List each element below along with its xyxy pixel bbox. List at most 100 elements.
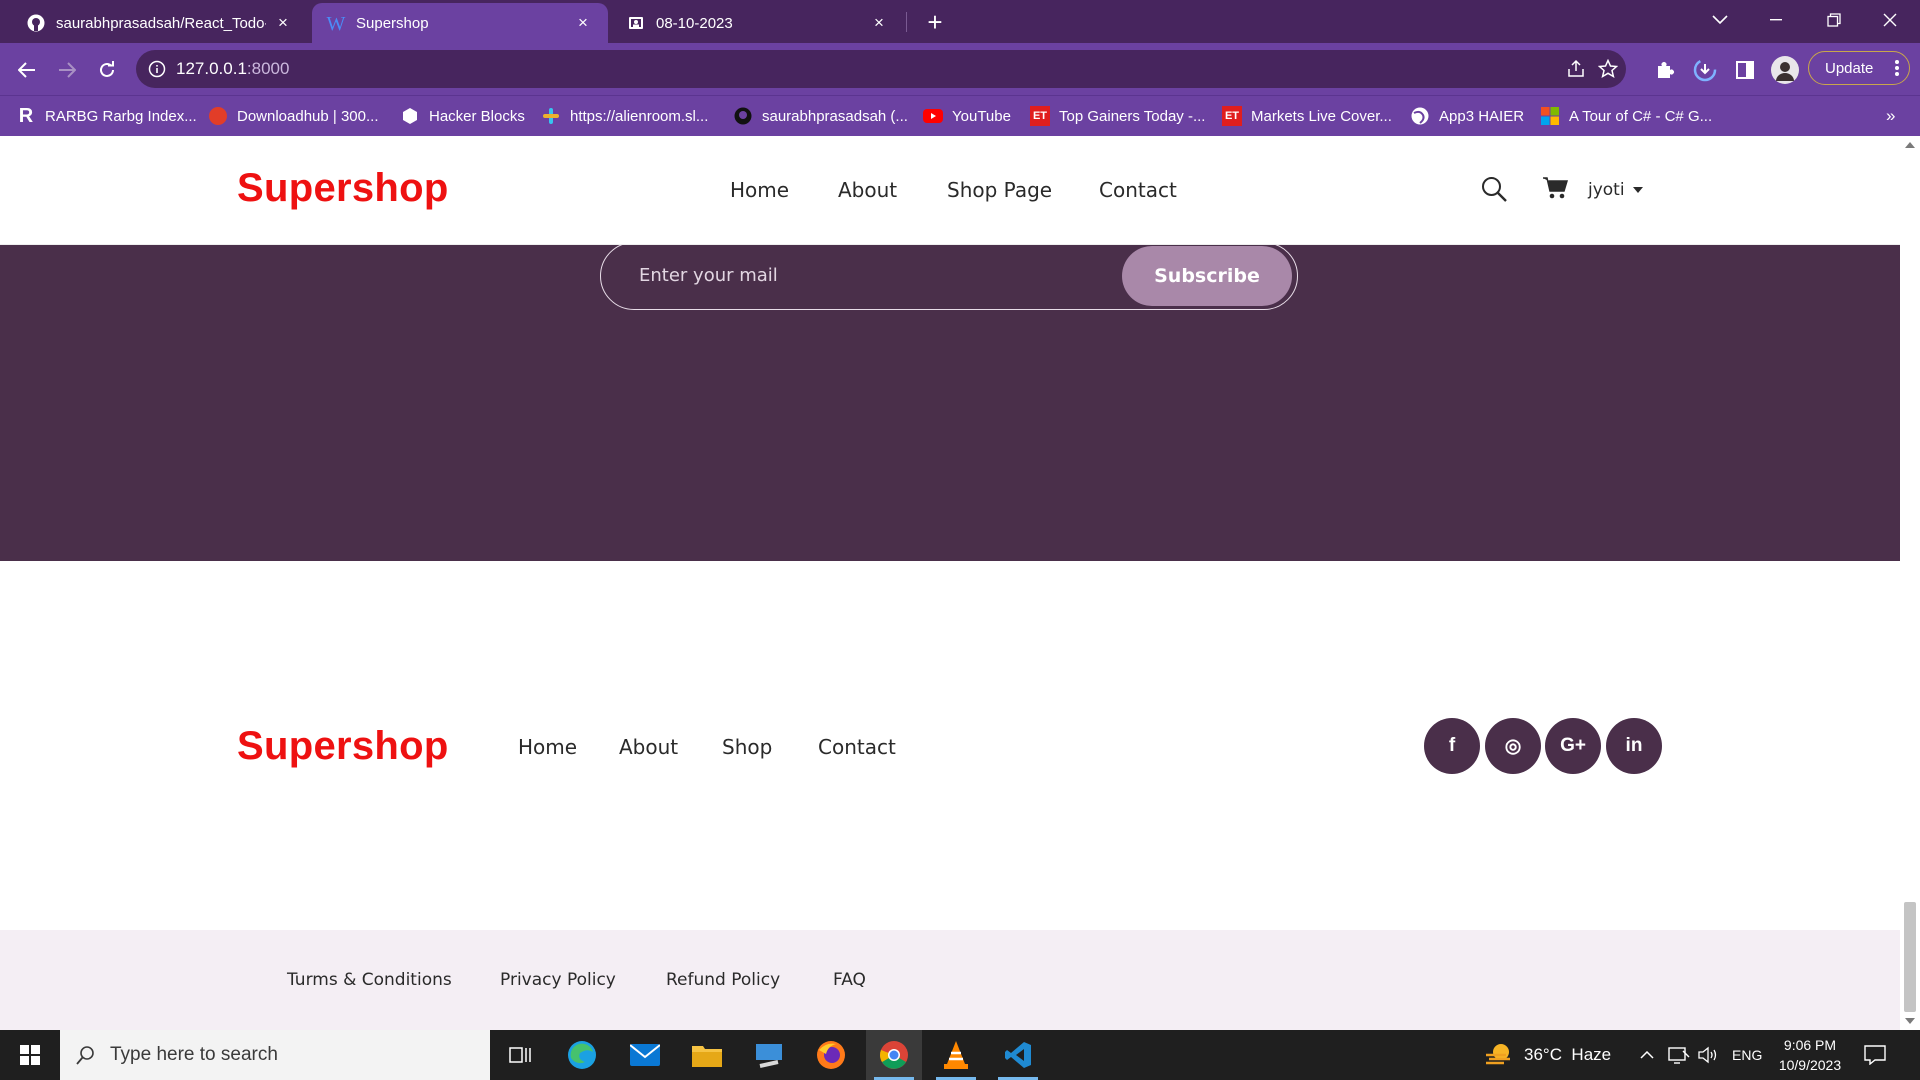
clock-time: 9:06 PM — [1783, 1037, 1837, 1053]
reload-icon — [100, 61, 114, 77]
user-dropdown[interactable]: jyoti — [1588, 180, 1643, 200]
site-info-icon[interactable] — [148, 60, 166, 78]
bookmark-github-profile[interactable]: saurabhprasadsah (... — [733, 96, 908, 136]
share-icon[interactable] — [1566, 59, 1586, 79]
link-privacy-policy[interactable]: Privacy Policy — [500, 970, 616, 990]
new-tab-button[interactable]: + — [920, 7, 950, 37]
extensions-button[interactable] — [1650, 55, 1680, 85]
tab-image-date[interactable]: 08-10-2023 × — [612, 3, 904, 43]
restore-button[interactable] — [1806, 0, 1862, 40]
scrollbar-thumb[interactable] — [1904, 902, 1916, 1012]
edge-icon[interactable] — [554, 1030, 610, 1080]
instagram-icon: ◎ — [1504, 735, 1522, 757]
arrow-left-icon — [18, 62, 35, 78]
footer-nav-about[interactable]: About — [619, 735, 678, 759]
update-button[interactable]: Update — [1808, 51, 1910, 85]
mail-icon[interactable] — [617, 1030, 673, 1080]
subscribe-button[interactable]: Subscribe — [1122, 246, 1292, 306]
bookmark-downloadhub[interactable]: Downloadhub | 300... — [208, 96, 379, 136]
forward-button[interactable] — [52, 55, 82, 85]
search-icon — [76, 1046, 94, 1065]
instagram-button[interactable]: ◎ — [1485, 718, 1541, 774]
show-hidden-icons-button[interactable] — [1640, 1030, 1654, 1080]
back-button[interactable] — [12, 55, 42, 85]
arrow-right-icon — [59, 62, 76, 78]
weather-widget[interactable]: 36°C Haze — [1484, 1030, 1611, 1080]
cart-icon[interactable] — [1542, 176, 1568, 200]
chevron-up-icon — [1640, 1051, 1654, 1059]
link-faq[interactable]: FAQ — [833, 970, 866, 990]
search-icon[interactable] — [1481, 176, 1507, 202]
clock[interactable]: 9:06 PM 10/9/2023 — [1776, 1030, 1844, 1080]
bookmark-markets-live[interactable]: ET Markets Live Cover... — [1222, 96, 1392, 136]
minimize-button[interactable] — [1748, 0, 1804, 40]
start-button[interactable] — [2, 1030, 58, 1080]
windows-taskbar: Type here to search 36°C Haze ENG 9:06 P… — [0, 1030, 1920, 1080]
downloads-button[interactable] — [1690, 55, 1720, 85]
page-viewport: Supershop Home About Shop Page Contact j… — [0, 136, 1900, 1030]
close-window-button[interactable] — [1862, 0, 1918, 40]
bookmark-hacker-blocks[interactable]: Hacker Blocks — [400, 96, 525, 136]
notifications-button[interactable] — [1864, 1030, 1886, 1080]
bookmark-rarbg[interactable]: R RARBG Rarbg Index... — [16, 96, 197, 136]
close-icon[interactable]: × — [868, 12, 890, 34]
scroll-up-icon[interactable] — [1905, 142, 1915, 148]
close-icon[interactable]: × — [272, 12, 294, 34]
bookmark-youtube[interactable]: YouTube — [923, 96, 1011, 136]
github-icon — [733, 106, 753, 126]
footer-logo[interactable]: Supershop — [237, 724, 449, 769]
vscode-icon[interactable] — [990, 1030, 1046, 1080]
user-name: jyoti — [1588, 180, 1625, 200]
menu-dots-icon[interactable] — [1895, 58, 1899, 78]
tab-title: saurabhprasadsah/React_Todo-/ — [56, 14, 266, 32]
linkedin-icon: in — [1625, 735, 1643, 756]
close-icon[interactable]: × — [572, 12, 594, 34]
nav-contact[interactable]: Contact — [1099, 178, 1177, 202]
wordpress-icon: W — [326, 13, 346, 33]
close-icon — [1883, 13, 1897, 27]
bookmark-alienroom[interactable]: https://alienroom.sl... — [541, 96, 708, 136]
newsletter-form: Enter your mail Subscribe — [600, 242, 1298, 310]
footer-nav-contact[interactable]: Contact — [818, 735, 896, 759]
firefox-icon[interactable] — [803, 1030, 859, 1080]
task-view-icon[interactable] — [492, 1030, 548, 1080]
youtube-icon — [923, 106, 943, 126]
bookmarks-overflow-button[interactable]: » — [1886, 96, 1895, 136]
nav-home[interactable]: Home — [730, 178, 789, 202]
footer-nav-shop[interactable]: Shop — [722, 735, 772, 759]
reload-button[interactable] — [92, 55, 122, 85]
linkedin-button[interactable]: in — [1606, 718, 1662, 774]
star-icon[interactable] — [1598, 59, 1618, 79]
tab-supershop[interactable]: W Supershop × — [312, 3, 608, 43]
address-bar[interactable]: 127.0.0.1:8000 — [136, 50, 1626, 88]
file-explorer-icon[interactable] — [679, 1030, 735, 1080]
remote-desktop-icon[interactable] — [741, 1030, 797, 1080]
tab-search-button[interactable] — [1692, 0, 1748, 40]
nav-about[interactable]: About — [838, 178, 897, 202]
footer-nav-home[interactable]: Home — [518, 735, 577, 759]
facebook-button[interactable]: f — [1424, 718, 1480, 774]
profile-button[interactable] — [1770, 55, 1800, 85]
google-plus-button[interactable]: G+ — [1545, 718, 1601, 774]
link-refund-policy[interactable]: Refund Policy — [666, 970, 780, 990]
site-logo[interactable]: Supershop — [237, 166, 449, 211]
taskbar-search[interactable]: Type here to search — [60, 1030, 490, 1080]
link-terms[interactable]: Turms & Conditions — [287, 970, 452, 990]
tab-title: Supershop — [356, 14, 429, 32]
email-field[interactable]: Enter your mail — [639, 265, 778, 286]
bookmark-app3-haier[interactable]: App3 HAIER — [1410, 96, 1524, 136]
volume-icon[interactable] — [1698, 1030, 1720, 1080]
bookmark-csharp-tour[interactable]: A Tour of C# - C# G... — [1540, 96, 1712, 136]
bookmark-top-gainers[interactable]: ET Top Gainers Today -... — [1030, 96, 1205, 136]
network-icon[interactable] — [1668, 1030, 1690, 1080]
globe-icon — [1410, 106, 1430, 126]
tab-github-repo[interactable]: saurabhprasadsah/React_Todo-/ × — [12, 3, 308, 43]
notification-icon — [1864, 1045, 1886, 1065]
language-indicator[interactable]: ENG — [1732, 1030, 1762, 1080]
nav-shop-page[interactable]: Shop Page — [947, 178, 1052, 202]
chrome-icon[interactable] — [866, 1030, 922, 1080]
side-panel-button[interactable] — [1730, 55, 1760, 85]
scroll-down-icon[interactable] — [1905, 1018, 1915, 1024]
vlc-icon[interactable] — [928, 1030, 984, 1080]
page-scrollbar[interactable] — [1900, 136, 1920, 1030]
